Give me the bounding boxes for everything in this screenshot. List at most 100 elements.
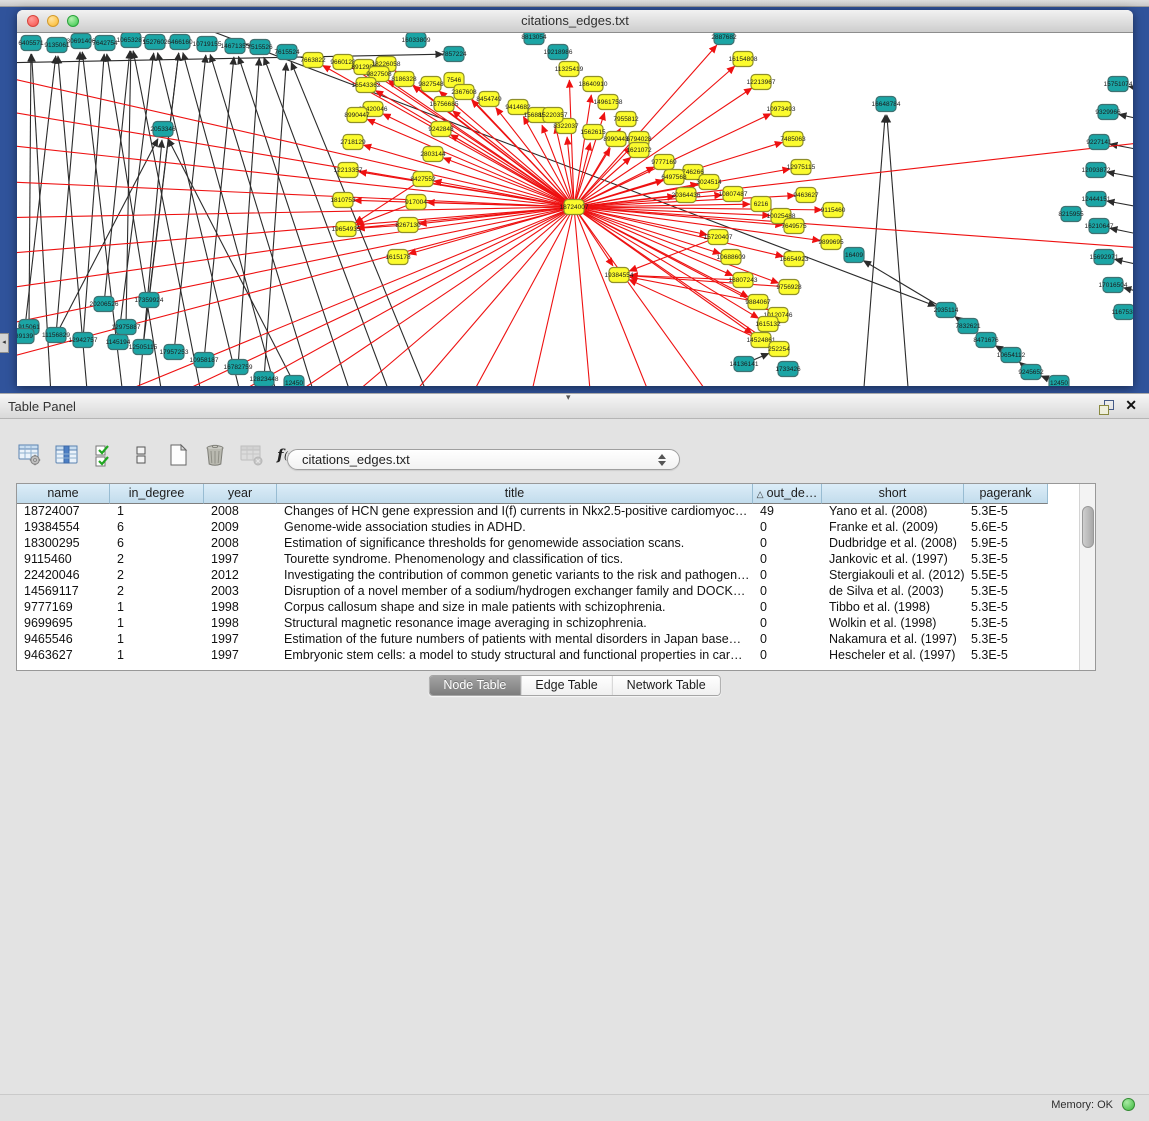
graph-node[interactable]: 6466160	[167, 35, 193, 50]
cell-pagerank[interactable]: 5.9E-5	[964, 536, 1048, 552]
graph-node[interactable]: 10688609	[717, 250, 746, 265]
cell-out_de[interactable]: 0	[753, 648, 822, 664]
cell-year[interactable]: 2012	[204, 568, 277, 584]
cell-in_degree[interactable]: 1	[110, 648, 204, 664]
cell-pagerank[interactable]: 5.6E-5	[964, 520, 1048, 536]
network-canvas[interactable]: 6405571913506130691406764275410653287152…	[17, 33, 1133, 386]
cell-pagerank[interactable]: 5.3E-5	[964, 632, 1048, 648]
cell-title[interactable]: Embryonic stem cells: a model to study s…	[277, 648, 753, 664]
graph-node[interactable]: 2935114	[934, 303, 959, 318]
cell-year[interactable]: 1997	[204, 632, 277, 648]
table-row[interactable]: 946362711997Embryonic stem cells: a mode…	[17, 648, 1080, 664]
graph-node[interactable]: 1145194	[106, 335, 131, 350]
cell-title[interactable]: Disruption of a novel member of a sodium…	[277, 584, 753, 600]
cell-name[interactable]: 9465546	[17, 632, 110, 648]
new-document-icon[interactable]	[164, 441, 192, 469]
graph-node[interactable]: 20206526	[90, 297, 119, 312]
cell-in_degree[interactable]: 2	[110, 568, 204, 584]
table-row[interactable]: 969969511998Structural magnetic resonanc…	[17, 616, 1080, 632]
table-row[interactable]: 977716911998Corpus callosum shape and si…	[17, 600, 1080, 616]
graph-node[interactable]: 9245652	[1018, 365, 1044, 380]
cell-out_de[interactable]: 0	[753, 600, 822, 616]
show-columns-icon[interactable]	[53, 441, 81, 469]
scrollbar-thumb[interactable]	[1082, 506, 1094, 548]
graph-node[interactable]: 8813054	[521, 33, 547, 45]
graph-node[interactable]: 9777169	[651, 155, 677, 170]
graph-node[interactable]: 10654112	[997, 348, 1026, 363]
cell-pagerank[interactable]: 5.3E-5	[964, 648, 1048, 664]
graph-node[interactable]: 16033809	[402, 33, 431, 48]
cell-short[interactable]: Wolkin et al. (1998)	[822, 616, 964, 632]
tab-node-table[interactable]: Node Table	[429, 676, 521, 695]
graph-node[interactable]: 17359924	[135, 293, 164, 308]
graph-node[interactable]: 2053346	[150, 122, 176, 137]
cell-title[interactable]: Investigating the contribution of common…	[277, 568, 753, 584]
table-row[interactable]: 911546021997Tourette syndrome. Phenomeno…	[17, 552, 1080, 568]
graph-node[interactable]: 8990447	[344, 108, 370, 123]
graph-node[interactable]: 7485063	[780, 132, 806, 147]
float-panel-icon[interactable]	[1099, 400, 1113, 414]
graph-node[interactable]: 16210647	[1085, 219, 1114, 234]
cell-name[interactable]: 9463627	[17, 648, 110, 664]
graph-node[interactable]: 1615178	[385, 250, 411, 265]
cell-in_degree[interactable]: 1	[110, 616, 204, 632]
left-panel-collapse-arrow[interactable]: ◂	[0, 333, 9, 353]
graph-node[interactable]: 16756685	[430, 97, 459, 112]
graph-node[interactable]: 917004	[405, 195, 427, 210]
cell-year[interactable]: 1998	[204, 600, 277, 616]
graph-node[interactable]: 14671355	[221, 39, 250, 54]
cell-in_degree[interactable]: 2	[110, 552, 204, 568]
cell-year[interactable]: 1998	[204, 616, 277, 632]
graph-node[interactable]: 17957253	[160, 345, 189, 360]
cell-in_degree[interactable]: 1	[110, 632, 204, 648]
table-row[interactable]: 1872400712008Changes of HCN gene express…	[17, 504, 1080, 520]
cell-in_degree[interactable]: 6	[110, 536, 204, 552]
graph-node[interactable]: 39139	[17, 329, 34, 344]
table-selector-dropdown[interactable]: citations_edges.txt	[287, 449, 680, 470]
graph-node[interactable]: 12213967	[747, 75, 776, 90]
graph-node[interactable]: 7642754	[92, 36, 118, 51]
cell-pagerank[interactable]: 5.3E-5	[964, 504, 1048, 520]
graph-node[interactable]: 7955812	[613, 112, 639, 127]
cell-out_de[interactable]: 0	[753, 568, 822, 584]
table-row[interactable]: 946554611997Estimation of the future num…	[17, 632, 1080, 648]
cell-name[interactable]: 18300295	[17, 536, 110, 552]
cell-short[interactable]: Nakamura et al. (1997)	[822, 632, 964, 648]
cell-in_degree[interactable]: 1	[110, 600, 204, 616]
graph-node[interactable]: 9899695	[818, 235, 844, 250]
graph-node[interactable]: 1167534	[1112, 305, 1133, 320]
cell-in_degree[interactable]: 2	[110, 584, 204, 600]
graph-node[interactable]: 7515526	[247, 40, 273, 55]
graph-node[interactable]: 9827548	[418, 77, 444, 92]
graph-node[interactable]: 12975115	[787, 160, 816, 175]
column-header-pagerank[interactable]: pagerank	[964, 484, 1048, 504]
cell-year[interactable]: 2008	[204, 504, 277, 520]
cell-title[interactable]: Tourette syndrome. Phenomenology and cla…	[277, 552, 753, 568]
cell-short[interactable]: Hescheler et al. (1997)	[822, 648, 964, 664]
tab-edge-table[interactable]: Edge Table	[521, 676, 612, 695]
cell-short[interactable]: de Silva et al. (2003)	[822, 584, 964, 600]
graph-node[interactable]: 1562615	[580, 125, 606, 140]
column-header-name[interactable]: name	[17, 484, 110, 504]
graph-node[interactable]: 8267130	[395, 218, 421, 233]
cell-name[interactable]: 9115460	[17, 552, 110, 568]
graph-node[interactable]: 10807487	[719, 187, 748, 202]
memory-status-indicator[interactable]	[1122, 1098, 1135, 1111]
graph-node[interactable]: 9242848	[428, 122, 454, 137]
tab-network-table[interactable]: Network Table	[613, 676, 720, 695]
graph-node[interactable]: 19654935	[332, 222, 361, 237]
column-header-title[interactable]: title	[277, 484, 753, 504]
graph-node[interactable]: 2367608	[451, 85, 477, 100]
cell-out_de[interactable]: 0	[753, 632, 822, 648]
delete-table-icon[interactable]	[238, 441, 266, 469]
cell-title[interactable]: Genome-wide association studies in ADHD.	[277, 520, 753, 536]
cell-name[interactable]: 9777169	[17, 600, 110, 616]
cell-in_degree[interactable]: 6	[110, 520, 204, 536]
graph-node[interactable]: 16409	[844, 248, 864, 263]
cell-out_de[interactable]: 0	[753, 616, 822, 632]
graph-node[interactable]: 16782759	[224, 360, 253, 375]
graph-node[interactable]: 15751074	[1104, 77, 1133, 92]
cell-short[interactable]: Yano et al. (2008)	[822, 504, 964, 520]
graph-node[interactable]: 7649575	[781, 219, 807, 234]
cell-out_de[interactable]: 0	[753, 520, 822, 536]
